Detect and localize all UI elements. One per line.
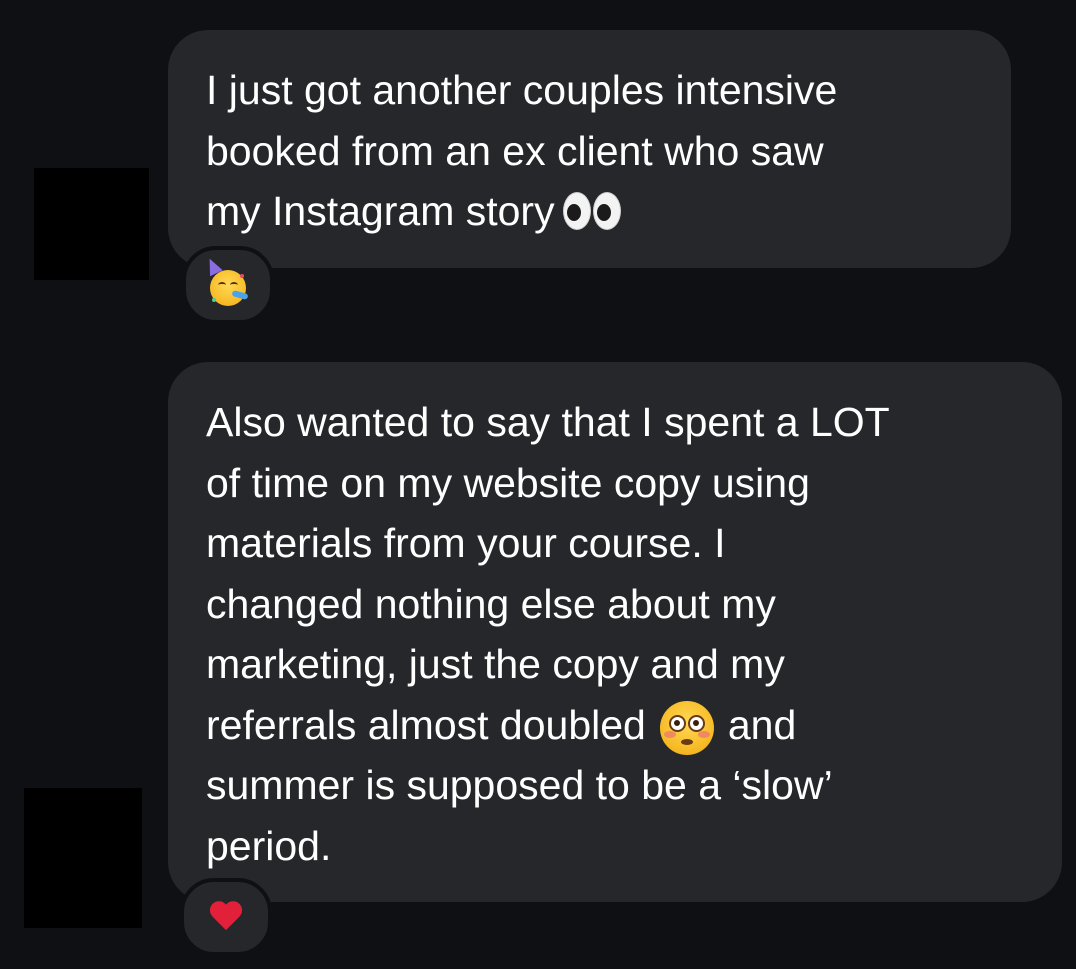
message-text-line: materials from your course. I <box>206 520 726 566</box>
message-text-line: Also wanted to say that I spent a LOT <box>206 399 890 445</box>
message-text-line: referrals almost doubled and <box>206 695 1042 756</box>
message-text-line: I just got another couples intensive <box>206 67 838 113</box>
message-text-line: summer is supposed to be a ‘slow’ <box>206 762 833 808</box>
message-text-segment: referrals almost doubled <box>206 701 646 748</box>
message-bubble[interactable]: Also wanted to say that I spent a LOT of… <box>168 362 1062 902</box>
message-text-segment: my Instagram story <box>206 188 555 234</box>
message-reaction[interactable] <box>182 246 274 324</box>
eyes-emoji <box>562 192 621 231</box>
message-text-line: marketing, just the copy and my <box>206 641 785 687</box>
partying-face-emoji <box>203 255 249 306</box>
sender-avatar-redacted[interactable] <box>24 788 142 928</box>
message-text-line: changed nothing else about my <box>206 580 776 627</box>
message-text-line: booked from an ex client who saw <box>206 127 824 174</box>
message-bubble[interactable]: I just got another couples intensive boo… <box>168 30 1011 268</box>
message-reaction[interactable] <box>180 878 272 956</box>
message-text-segment: and <box>727 701 797 748</box>
message-text-line: of time on my website copy using <box>206 459 810 506</box>
sender-avatar-redacted[interactable] <box>34 168 149 280</box>
message-text-line: my Instagram story <box>206 181 991 242</box>
red-heart-emoji <box>209 902 243 932</box>
message-text-line: period. <box>206 822 332 869</box>
flushed-face-emoji <box>659 700 714 755</box>
